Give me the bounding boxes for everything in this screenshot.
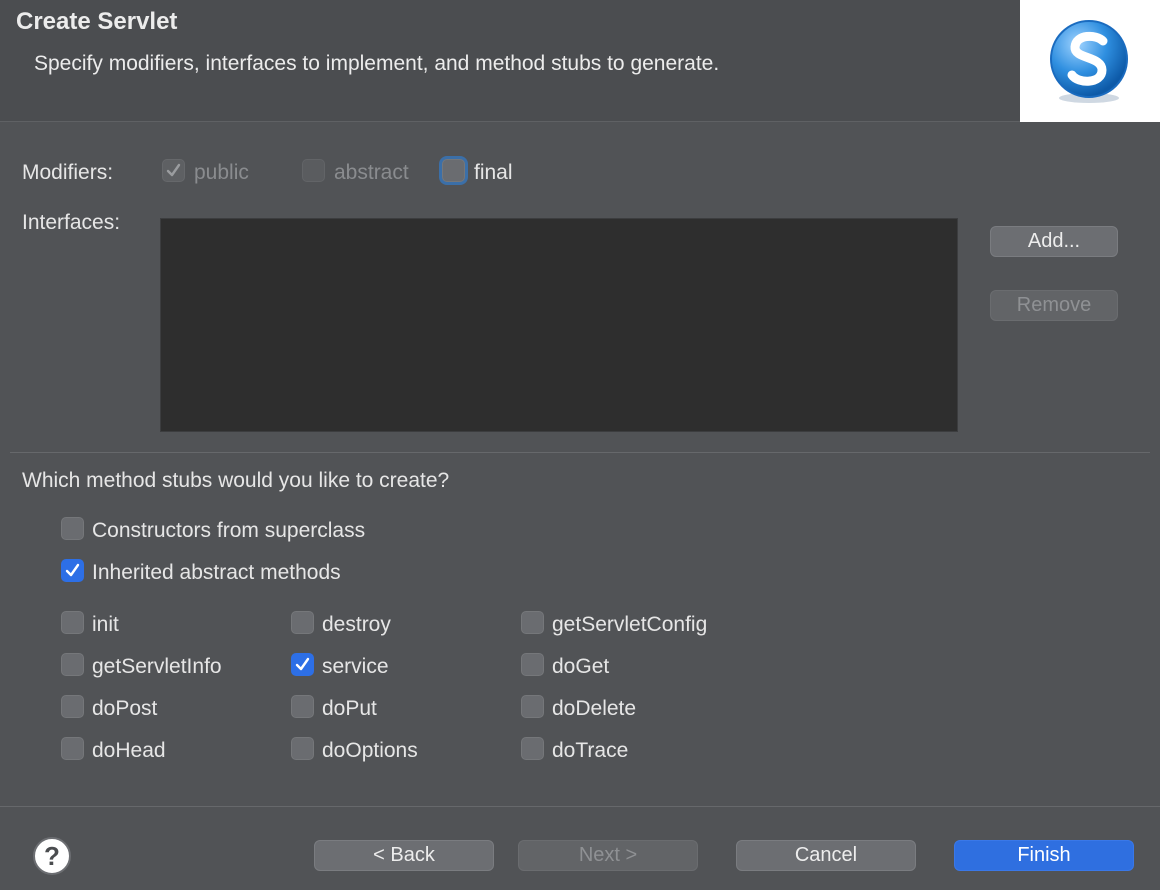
- interfaces-list[interactable]: [160, 218, 958, 432]
- public-label: public: [194, 161, 249, 184]
- servlet-logo: [1020, 0, 1160, 122]
- page-description: Specify modifiers, interfaces to impleme…: [34, 52, 720, 75]
- inherited-abstract-checkbox[interactable]: [61, 559, 84, 582]
- doget-label: doGet: [552, 655, 610, 678]
- cancel-button[interactable]: Cancel: [736, 840, 916, 871]
- add-interface-button[interactable]: Add...: [990, 226, 1118, 257]
- dopost-checkbox[interactable]: [61, 695, 84, 718]
- init-checkbox[interactable]: [61, 611, 84, 634]
- method-stubs-question: Which method stubs would you like to cre…: [22, 469, 450, 492]
- dohead-label: doHead: [92, 739, 166, 762]
- remove-interface-button[interactable]: Remove: [990, 290, 1118, 321]
- next-button[interactable]: Next >: [518, 840, 698, 871]
- dooptions-checkbox[interactable]: [291, 737, 314, 760]
- init-label: init: [92, 613, 119, 636]
- doput-checkbox[interactable]: [291, 695, 314, 718]
- constructors-checkbox[interactable]: [61, 517, 84, 540]
- interfaces-label: Interfaces:: [22, 211, 121, 234]
- finish-button[interactable]: Finish: [954, 840, 1134, 871]
- wizard-header: Create Servlet Specify modifiers, interf…: [0, 0, 1160, 122]
- abstract-label: abstract: [334, 161, 409, 184]
- getservletinfo-label: getServletInfo: [92, 655, 222, 678]
- service-checkbox[interactable]: [291, 653, 314, 676]
- getservletconfig-label: getServletConfig: [552, 613, 708, 636]
- dodelete-label: doDelete: [552, 697, 637, 720]
- dotrace-checkbox[interactable]: [521, 737, 544, 760]
- final-label: final: [474, 161, 513, 184]
- public-checkbox[interactable]: [162, 159, 185, 182]
- back-button[interactable]: < Back: [314, 840, 494, 871]
- checkmark-icon: [295, 657, 310, 671]
- getservletinfo-checkbox[interactable]: [61, 653, 84, 676]
- checkmark-icon: [166, 163, 181, 177]
- inherited-abstract-label: Inherited abstract methods: [92, 561, 341, 584]
- destroy-checkbox[interactable]: [291, 611, 314, 634]
- footer-divider: [0, 806, 1160, 807]
- doget-checkbox[interactable]: [521, 653, 544, 676]
- dooptions-label: doOptions: [322, 739, 418, 762]
- doput-label: doPut: [322, 697, 377, 720]
- getservletconfig-checkbox[interactable]: [521, 611, 544, 634]
- dodelete-checkbox[interactable]: [521, 695, 544, 718]
- final-checkbox[interactable]: [442, 159, 465, 182]
- constructors-label: Constructors from superclass: [92, 519, 366, 542]
- help-button[interactable]: ?: [33, 837, 71, 875]
- abstract-checkbox[interactable]: [302, 159, 325, 182]
- destroy-label: destroy: [322, 613, 391, 636]
- modifiers-label: Modifiers:: [22, 161, 114, 184]
- dotrace-label: doTrace: [552, 739, 629, 762]
- dopost-label: doPost: [92, 697, 158, 720]
- checkmark-icon: [65, 563, 80, 577]
- service-label: service: [322, 655, 389, 678]
- dohead-checkbox[interactable]: [61, 737, 84, 760]
- section-divider: [10, 452, 1150, 453]
- page-title: Create Servlet: [16, 8, 178, 35]
- servlet-logo-icon: [1050, 20, 1128, 103]
